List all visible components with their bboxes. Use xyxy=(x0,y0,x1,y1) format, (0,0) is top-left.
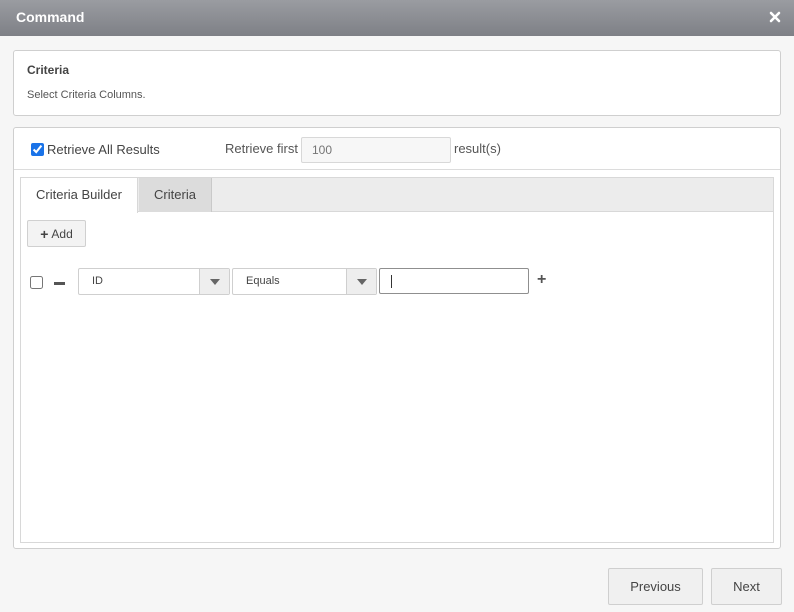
dialog-titlebar: Command xyxy=(0,0,794,36)
criteria-main-panel: Retrieve All Results Retrieve first resu… xyxy=(13,127,781,549)
add-button-label: Add xyxy=(51,226,73,241)
tab-strip: Criteria Builder Criteria xyxy=(21,178,773,213)
chevron-down-icon[interactable] xyxy=(199,269,229,294)
tabs-container: Criteria Builder Criteria + Add ID Equal… xyxy=(20,177,774,543)
next-button[interactable]: Next xyxy=(711,568,782,605)
tab-criteria-builder[interactable]: Criteria Builder xyxy=(21,178,138,213)
retrieve-all-checkbox[interactable] xyxy=(31,143,44,156)
add-condition-icon[interactable]: + xyxy=(537,272,546,288)
retrieve-row: Retrieve All Results Retrieve first resu… xyxy=(14,128,780,170)
criteria-row-checkbox[interactable] xyxy=(30,276,43,289)
operator-select-value: Equals xyxy=(246,275,280,287)
field-select[interactable]: ID xyxy=(78,268,230,295)
add-button[interactable]: + Add xyxy=(27,220,86,247)
info-description: Select Criteria Columns. xyxy=(27,89,146,101)
previous-button[interactable]: Previous xyxy=(608,568,703,605)
tab-criteria[interactable]: Criteria xyxy=(139,178,212,212)
plus-icon: + xyxy=(40,225,49,242)
operator-select[interactable]: Equals xyxy=(232,268,377,295)
info-heading: Criteria xyxy=(27,63,70,77)
retrieve-first-label: Retrieve first xyxy=(225,141,298,156)
remove-row-icon[interactable] xyxy=(54,282,65,285)
dialog-title: Command xyxy=(16,9,85,25)
results-label: result(s) xyxy=(454,141,501,156)
close-icon[interactable] xyxy=(769,10,781,23)
criteria-value-input[interactable] xyxy=(379,268,529,294)
chevron-down-icon[interactable] xyxy=(346,269,376,294)
text-caret xyxy=(391,275,392,288)
criteria-info-panel: Criteria Select Criteria Columns. xyxy=(13,50,781,116)
field-select-value: ID xyxy=(92,275,103,287)
retrieve-first-input[interactable] xyxy=(301,137,451,163)
retrieve-all-label[interactable]: Retrieve All Results xyxy=(47,142,160,157)
